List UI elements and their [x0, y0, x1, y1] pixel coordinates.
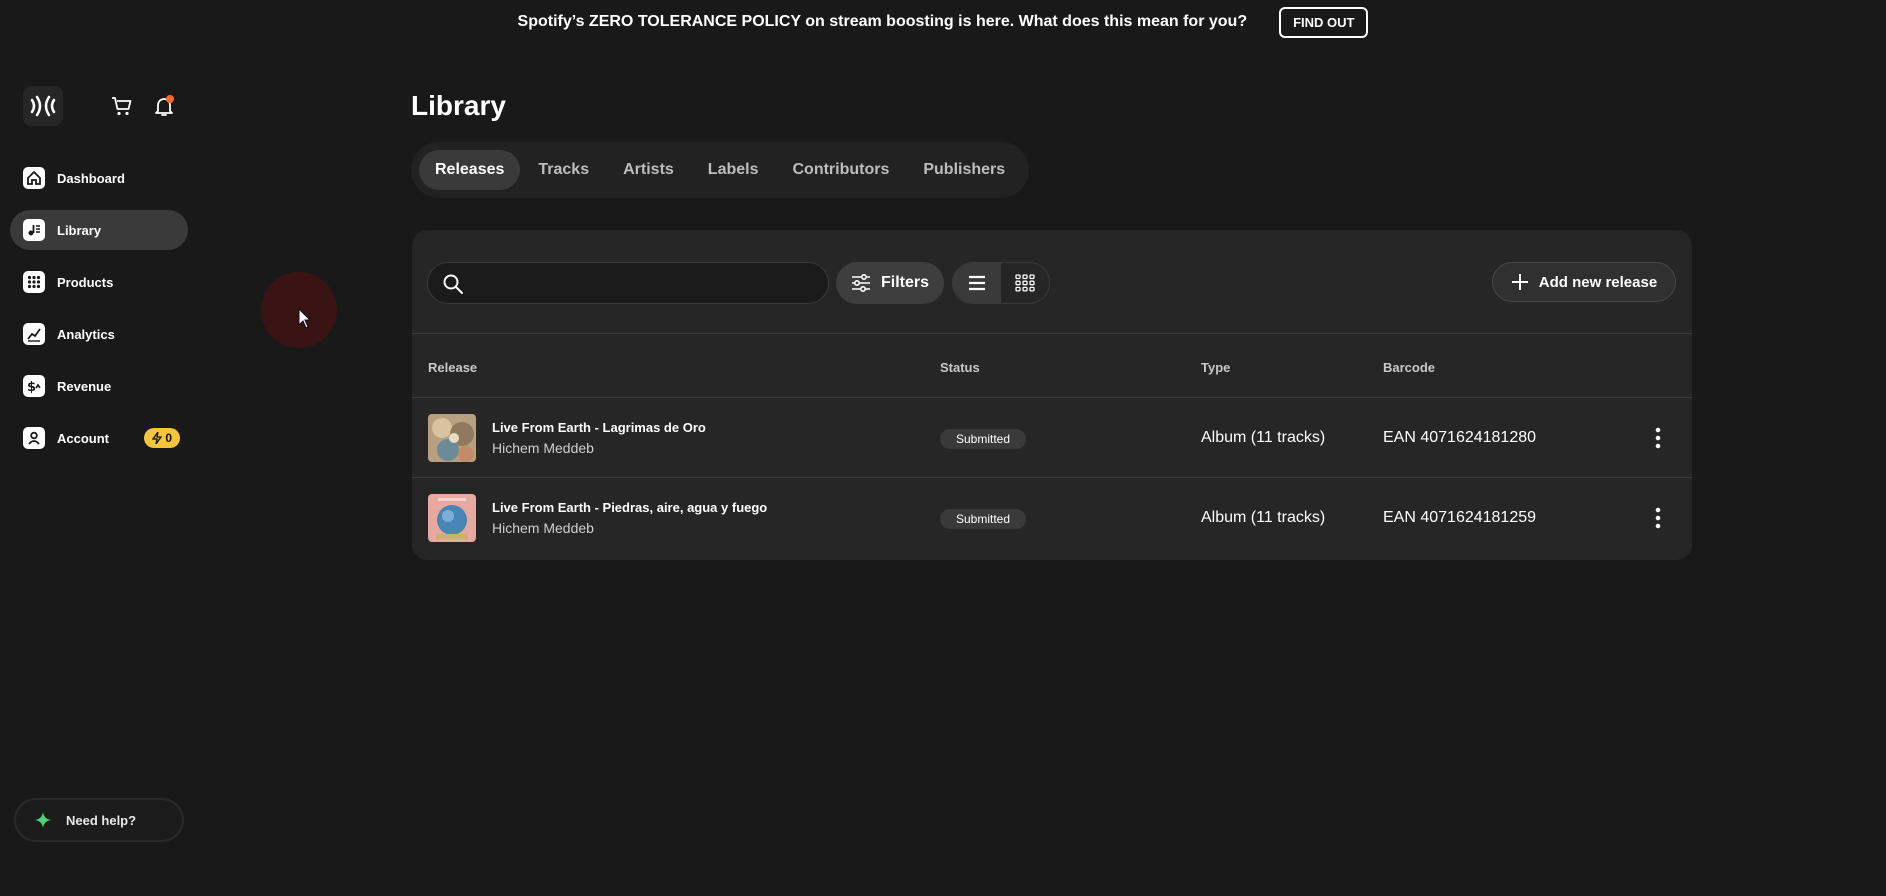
sidebar-item-label: Dashboard: [57, 170, 125, 186]
release-barcode: EAN 4071624181259: [1383, 509, 1537, 526]
release-type: Album (11 tracks): [1201, 429, 1326, 446]
sidebar-item-account[interactable]: Account 0: [10, 418, 188, 458]
sidebar-item-products[interactable]: Products: [10, 262, 188, 302]
table-row[interactable]: Live From Earth - Lagrimas de Oro Hichem…: [412, 398, 1692, 478]
sidebar-item-label: Account: [57, 430, 109, 446]
credits-badge: 0: [144, 428, 180, 448]
banner-text: Spotify’s ZERO TOLERANCE POLICY on strea…: [517, 13, 1248, 30]
notification-dot: [166, 95, 174, 103]
release-artist: Hichem Meddeb: [492, 520, 594, 536]
logo[interactable]: [23, 86, 63, 126]
cart-icon[interactable]: [110, 94, 134, 118]
page-title: Library: [411, 90, 506, 121]
grid-view-button[interactable]: [1001, 263, 1049, 303]
search-box: [427, 262, 829, 304]
add-new-release-button[interactable]: Add new release: [1492, 262, 1676, 302]
list-icon: [969, 275, 985, 291]
library-icon: [23, 219, 45, 241]
need-help-label: Need help?: [66, 812, 137, 828]
sidebar: Dashboard Library Products Analytics $ R…: [0, 0, 200, 896]
toolbar: Filters Add new release: [412, 230, 1692, 334]
library-tabs: Releases Tracks Artists Labels Contribut…: [411, 142, 1030, 198]
sidebar-item-dashboard[interactable]: Dashboard: [10, 158, 188, 198]
release-title[interactable]: Live From Earth - Piedras, aire, agua y …: [492, 500, 767, 515]
filters-label: Filters: [880, 274, 929, 291]
tab-artists[interactable]: Artists: [607, 150, 690, 190]
release-artist: Hichem Meddeb: [492, 440, 594, 456]
sidebar-item-label: Analytics: [57, 326, 115, 342]
user-icon: [23, 427, 45, 449]
tab-releases[interactable]: Releases: [419, 150, 521, 190]
search-input[interactable]: [474, 263, 814, 303]
sidebar-item-revenue[interactable]: $ Revenue: [10, 366, 188, 406]
find-out-button[interactable]: FIND OUT: [1279, 6, 1369, 38]
more-options-icon[interactable]: [1652, 506, 1664, 530]
more-options-icon[interactable]: [1652, 426, 1664, 450]
svg-text:$: $: [27, 380, 36, 394]
mouse-cursor-icon: [298, 308, 312, 329]
credits-count: 0: [165, 431, 172, 445]
column-header-barcode[interactable]: Barcode: [1383, 360, 1435, 375]
list-view-button[interactable]: [953, 263, 1001, 303]
column-header-type[interactable]: Type: [1201, 360, 1230, 375]
release-artwork: [428, 414, 476, 462]
tab-contributors[interactable]: Contributors: [776, 150, 905, 190]
grid-view-icon: [1015, 274, 1035, 292]
plus-icon: [1511, 274, 1528, 290]
sliders-icon: [851, 274, 870, 292]
sidebar-item-label: Library: [57, 222, 102, 238]
releases-panel: Filters Add new release Release Status T…: [412, 230, 1692, 560]
release-artwork: [428, 494, 476, 542]
status-badge: Submitted: [940, 429, 1027, 449]
dollar-icon: $: [23, 375, 45, 397]
lightning-icon: [152, 432, 163, 444]
column-header-release[interactable]: Release: [428, 360, 477, 375]
table-header: Release Status Type Barcode: [412, 334, 1692, 398]
search-icon: [443, 274, 463, 294]
sidebar-item-library[interactable]: Library: [10, 210, 188, 250]
table-row[interactable]: Live From Earth - Piedras, aire, agua y …: [412, 478, 1692, 558]
need-help-button[interactable]: Need help?: [14, 798, 184, 842]
top-banner: Spotify’s ZERO TOLERANCE POLICY on strea…: [0, 0, 1886, 44]
tab-publishers[interactable]: Publishers: [907, 150, 1021, 190]
filters-button[interactable]: Filters: [836, 262, 944, 304]
add-new-release-label: Add new release: [1538, 273, 1658, 291]
tab-tracks[interactable]: Tracks: [522, 150, 605, 190]
sparkle-icon: [35, 812, 51, 828]
home-icon: [23, 167, 45, 189]
release-type: Album (11 tracks): [1201, 509, 1326, 526]
tab-labels[interactable]: Labels: [692, 150, 775, 190]
sidebar-item-label: Revenue: [57, 378, 112, 394]
release-barcode: EAN 4071624181280: [1383, 429, 1537, 446]
release-title[interactable]: Live From Earth - Lagrimas de Oro: [492, 420, 706, 435]
sidebar-item-label: Products: [57, 274, 114, 290]
sidebar-item-analytics[interactable]: Analytics: [10, 314, 188, 354]
view-toggle: [952, 262, 1050, 304]
chart-icon: [23, 323, 45, 345]
column-header-status[interactable]: Status: [940, 360, 980, 375]
status-badge: Submitted: [940, 509, 1027, 529]
logo-icon: [30, 95, 56, 117]
sidebar-nav: Dashboard Library Products Analytics $ R…: [10, 158, 188, 470]
grid-icon: [23, 271, 45, 293]
